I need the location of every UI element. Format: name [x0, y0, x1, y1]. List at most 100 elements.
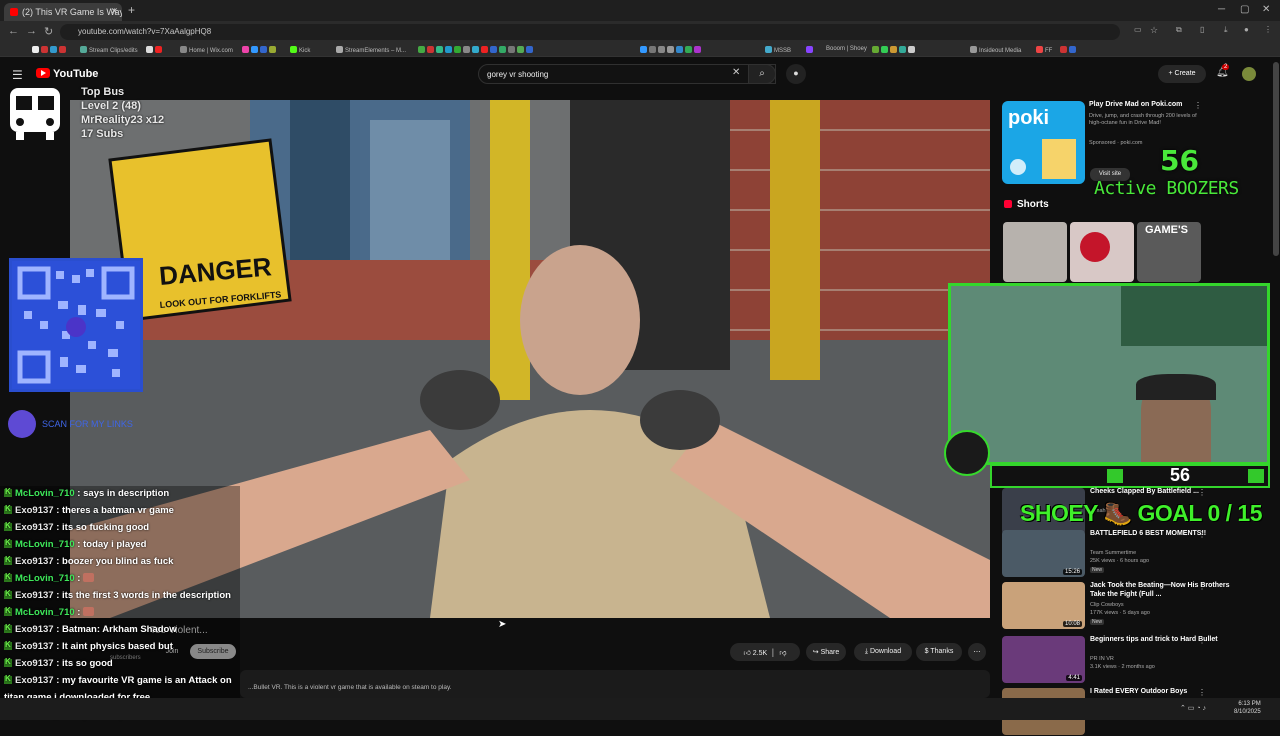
chat-username[interactable]: Exo9137 — [15, 505, 54, 516]
video-title[interactable]: BATTLEFIELD 6 BEST MOMENTS!! — [1090, 530, 1240, 539]
bookmark-icon-row — [146, 46, 164, 54]
bookmark-item[interactable]: Booom | Shoey — [826, 46, 867, 52]
video-title[interactable]: Beginners tips and trick to Hard Bullet — [1090, 636, 1240, 645]
search-button[interactable]: ⌕ — [748, 64, 776, 84]
extensions-icon[interactable]: ⧉ — [1176, 25, 1182, 35]
video-title[interactable]: I Rated EVERY Outdoor Boys — [1090, 688, 1240, 697]
chat-username[interactable]: Exo9137 — [15, 641, 54, 652]
more-options-icon[interactable]: ⋮ — [1198, 530, 1206, 539]
chat-username[interactable]: Exo9137 — [15, 658, 54, 669]
video-description[interactable]: ...Bullet VR. This is a violent vr game … — [240, 670, 990, 698]
url-bar[interactable]: youtube.com/watch?v=7XaAalgpHQ8 — [60, 24, 1120, 40]
more-options-icon[interactable]: ⋮ — [1198, 688, 1206, 697]
video-thumbnail[interactable]: 15:26 — [1002, 530, 1085, 577]
chat-message: McLovin_710 : says in description — [4, 487, 169, 499]
top-bus-widget: Top Bus Level 2 (48) MrReality23 x12 17 … — [6, 86, 196, 146]
recommended-video[interactable]: 4:41 Beginners tips and trick to Hard Bul… — [1002, 636, 1272, 684]
top-bus-subs: 17 Subs — [81, 128, 124, 140]
bookmark-item[interactable]: StreamElements – M... — [336, 46, 406, 54]
bookmark-item[interactable]: MSSB — [765, 46, 791, 54]
thanks-button[interactable]: $ Thanks — [916, 643, 962, 661]
channel-name[interactable]: Team Summertime — [1090, 550, 1136, 556]
download-icon[interactable]: ⤓ — [1224, 25, 1228, 35]
short-thumbnail[interactable] — [1003, 222, 1067, 282]
chat-message: Exo9137 : its so good — [4, 657, 113, 669]
video-title[interactable]: Cheeks Clapped By Battlefield ... — [1090, 488, 1240, 497]
channel-name[interactable]: PR IN VR — [1090, 656, 1114, 662]
new-tab-icon[interactable]: + — [128, 3, 135, 17]
kick-badge-icon — [4, 640, 12, 650]
video-thumbnail[interactable]: 4:41 — [1002, 636, 1085, 683]
forward-icon[interactable]: → — [26, 25, 37, 37]
short-thumbnail[interactable] — [1070, 222, 1134, 282]
clear-search-icon[interactable]: ✕ — [732, 67, 740, 78]
chat-username[interactable]: McLovin_710 — [15, 607, 75, 618]
chat-text: its so fucking good — [62, 522, 150, 533]
chat-text: boozer you blind as fuck — [62, 556, 174, 567]
taskbar-time: 6:13 PM — [1238, 701, 1261, 707]
cast-icon[interactable]: ▭ — [1134, 25, 1142, 34]
chat-username[interactable]: McLovin_710 — [15, 539, 75, 550]
ad-thumbnail[interactable]: poki — [1002, 101, 1085, 184]
browser-menu-icon[interactable]: ⋮ — [1264, 25, 1272, 34]
back-icon[interactable]: ← — [8, 25, 19, 37]
video-meta: 177K views · 5 days ago — [1090, 610, 1150, 616]
recommended-video[interactable]: 15:26 BATTLEFIELD 6 BEST MOMENTS!! ⋮ Team S… — [1002, 530, 1272, 578]
download-button[interactable]: ⤓ Download — [854, 643, 912, 661]
profile-icon[interactable]: ● — [1244, 25, 1249, 34]
chat-username[interactable]: Exo9137 — [15, 675, 54, 686]
video-title[interactable]: Jack Took the Beating—Now His Brothers T… — [1090, 582, 1240, 599]
bookmark-item[interactable]: Kick — [290, 46, 310, 54]
account-avatar[interactable] — [1242, 67, 1256, 81]
video-meta: 25K views · 6 hours ago — [1090, 558, 1150, 564]
hamburger-menu-icon[interactable]: ☰ — [12, 68, 23, 82]
share-button[interactable]: ↪ Share — [806, 643, 846, 661]
bookmark-item[interactable]: Stream Clips/edits — [80, 46, 138, 54]
chat-username[interactable]: McLovin_710 — [15, 488, 75, 499]
subscribe-button[interactable]: Subscribe — [190, 644, 236, 659]
maximize-icon[interactable]: ▢ — [1240, 4, 1249, 15]
more-options-icon[interactable]: ⋮ — [1198, 636, 1206, 645]
taskbar-clock[interactable]: 6:13 PM 8/10/2025 — [1234, 700, 1261, 716]
sidepanel-icon[interactable]: ▯ — [1200, 25, 1204, 34]
like-dislike-button[interactable]: 👍︎ 2.5K │ 👎︎ — [730, 643, 800, 661]
chat-username[interactable]: Exo9137 — [15, 624, 54, 635]
page-scrollbar[interactable] — [1273, 62, 1279, 256]
channel-name[interactable]: Clip Cowboys — [1090, 602, 1124, 608]
bookmark-item[interactable]: FF — [1036, 46, 1052, 54]
browser-tab-bar — [0, 0, 1280, 21]
youtube-logo[interactable]: YouTube — [36, 68, 98, 80]
close-tab-icon[interactable]: ✕ — [110, 6, 118, 17]
browser-tab[interactable]: (2) This VR Game Is Way To... ✕ — [4, 3, 122, 21]
chat-emote-icon — [83, 607, 95, 616]
more-options-icon[interactable]: ⋮ — [1198, 582, 1206, 591]
kick-badge-icon — [4, 606, 12, 616]
streamer-headset — [1136, 374, 1216, 400]
ad-title[interactable]: Play Drive Mad on Poki.com — [1089, 101, 1182, 108]
recommended-video[interactable]: 10:08 Jack Took the Beating—Now His Broth… — [1002, 582, 1272, 630]
microphone-icon: ● — [793, 68, 799, 78]
cam-vote-bar — [990, 464, 1270, 488]
chat-username[interactable]: Exo9137 — [15, 556, 54, 567]
video-duration: 15:26 — [1062, 569, 1082, 575]
short-art — [1080, 232, 1110, 262]
bookmark-item[interactable]: Home | Wix.com — [180, 46, 233, 54]
create-button[interactable]: + Create — [1158, 65, 1206, 83]
close-window-icon[interactable]: ✕ — [1262, 4, 1270, 15]
download-icon: ⤓ — [864, 648, 868, 655]
chat-username[interactable]: McLovin_710 — [15, 573, 75, 584]
minimize-icon[interactable]: ─ — [1218, 4, 1225, 15]
short-thumbnail[interactable]: GAME'S — [1137, 222, 1201, 282]
active-boozers-label: Active BOOZERS — [1094, 178, 1239, 199]
more-options-icon[interactable]: ⋮ — [1198, 488, 1206, 497]
reload-icon[interactable]: ↻ — [44, 25, 53, 38]
chat-username[interactable]: Exo9137 — [15, 590, 54, 601]
video-thumbnail[interactable]: 10:08 — [1002, 582, 1085, 629]
tab-title: (2) This VR Game Is Way To... — [22, 7, 122, 17]
ad-more-icon[interactable]: ⋮ — [1194, 101, 1202, 110]
voice-search-button[interactable]: ● — [786, 64, 806, 84]
bookmark-star-icon[interactable]: ☆ — [1150, 25, 1158, 36]
more-actions-button[interactable]: ⋯ — [968, 643, 986, 661]
chat-username[interactable]: Exo9137 — [15, 522, 54, 533]
bookmark-item[interactable]: Insideout Media — [970, 46, 1021, 54]
